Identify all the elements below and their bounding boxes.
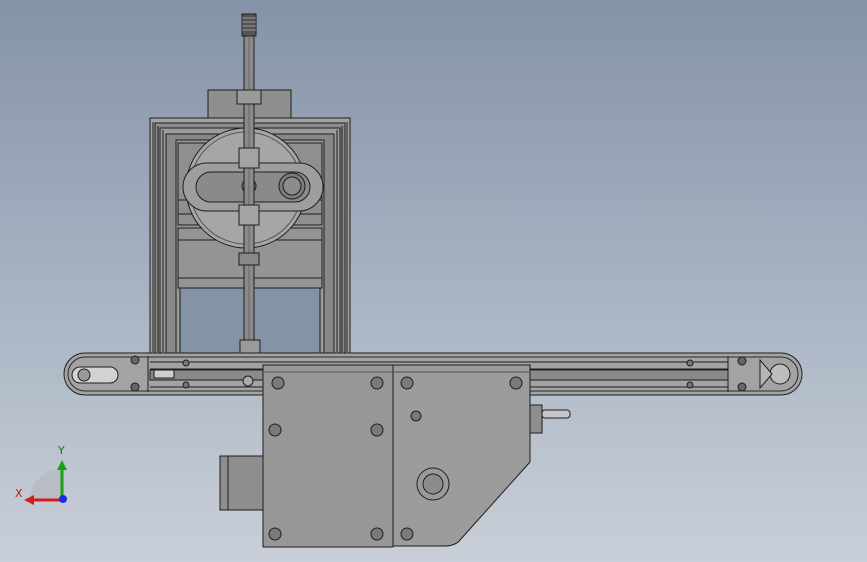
drive-housing	[219, 364, 571, 548]
x-axis-label: X	[15, 487, 23, 500]
cad-viewport[interactable]: X Y	[0, 0, 867, 562]
cad-model-drawing[interactable]	[0, 0, 867, 562]
coordinate-triad	[24, 460, 67, 505]
y-axis-label: Y	[58, 444, 65, 457]
